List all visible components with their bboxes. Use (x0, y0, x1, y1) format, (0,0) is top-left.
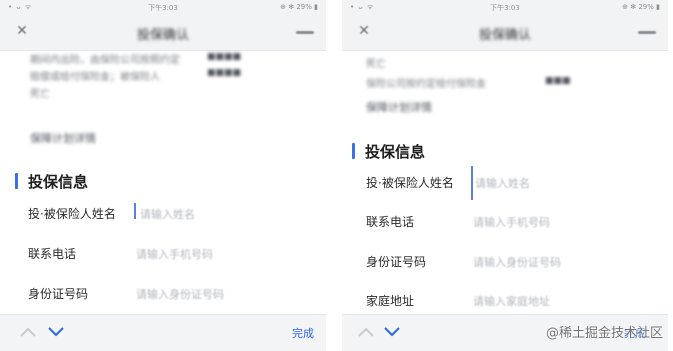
phone-label: 联系电话 (366, 215, 415, 229)
address-input[interactable]: 请输入家庭地址 (473, 293, 550, 309)
nav-bar: ✕ 投保确认 (342, 14, 668, 51)
nav-bar: ✕ 投保确认 (0, 14, 326, 51)
insured-name-input[interactable]: 请输入姓名 (140, 206, 195, 222)
watermark: @稀土掘金技术社区 (545, 326, 663, 341)
done-button[interactable]: 完成 (292, 325, 314, 341)
phone-input[interactable]: 请输入手机号码 (473, 214, 550, 230)
insured-name-input[interactable]: 请输入姓名 (475, 175, 530, 191)
id-number-input[interactable]: 请输入身份证号码 (136, 286, 224, 302)
insured-name-label: 投·被保险人姓名 (366, 176, 454, 190)
status-right-icons: ⊕ ✻ 29% ▮ (622, 3, 660, 11)
blurred-description-line: 死亡 (366, 59, 386, 70)
right-phone-screen: • ᴗ ᯤ 下午3:03 ⊕ ✻ 29% ▮ ✕ 投保确认 死亡 保险公司按约定… (342, 0, 668, 351)
status-bar: • ᴗ ᯤ 下午3:03 ⊕ ✻ 29% ▮ (0, 0, 326, 14)
section-accent-bar (15, 173, 18, 189)
id-number-input[interactable]: 请输入身份证号码 (473, 254, 561, 270)
section-accent-bar (352, 143, 355, 159)
address-label: 家庭地址 (366, 294, 415, 308)
status-time: 下午3:03 (148, 4, 178, 12)
chevron-up-icon[interactable] (18, 323, 38, 341)
section-title: 投保信息 (28, 173, 89, 191)
section-title: 投保信息 (365, 143, 426, 161)
blurred-description-line: 期间内出险，由保险公司按照约定 (30, 55, 180, 66)
id-number-label: 身份证号码 (366, 255, 427, 269)
plan-details-link[interactable]: 保障计划详情 (30, 130, 96, 146)
more-icon[interactable] (296, 31, 314, 34)
status-time: 下午3:03 (490, 4, 520, 12)
phone-input[interactable]: 请输入手机号码 (136, 246, 213, 262)
phone-label: 联系电话 (28, 247, 77, 261)
insured-name-label: 投·被保险人姓名 (28, 207, 116, 221)
text-cursor (134, 203, 136, 219)
status-bar: • ᴗ ᯤ 下午3:03 ⊕ ✻ 29% ▮ (342, 0, 668, 14)
chevron-up-icon[interactable] (356, 323, 376, 341)
blurred-description-line: 保险公司按约定给付保险金 (366, 79, 486, 90)
blurred-amount: ■■■■ (207, 52, 242, 62)
id-number-label: 身份证号码 (28, 287, 89, 301)
blurred-amount: ■■■ (545, 76, 571, 86)
more-icon[interactable] (638, 31, 656, 34)
text-cursor (471, 166, 473, 200)
blurred-description-line: 死亡 (30, 89, 50, 100)
blurred-description-line: 赔偿或给付保险金；被保险人 (30, 72, 160, 83)
page-title: 投保确认 (136, 28, 189, 43)
plan-details-link[interactable]: 保障计划详情 (366, 99, 432, 115)
page-title: 投保确认 (478, 28, 531, 43)
chevron-down-icon[interactable] (46, 323, 66, 341)
keyboard-toolbar: 完成 (0, 314, 326, 351)
blurred-amount: ■■■■ (207, 68, 242, 78)
chevron-down-icon[interactable] (382, 323, 402, 341)
status-right-icons: ⊕ ✻ 29% ▮ (280, 3, 318, 11)
left-phone-screen: • ᴗ ᯤ 下午3:03 ⊕ ✻ 29% ▮ ✕ 投保确认 期间内出险，由保险公… (0, 0, 326, 351)
